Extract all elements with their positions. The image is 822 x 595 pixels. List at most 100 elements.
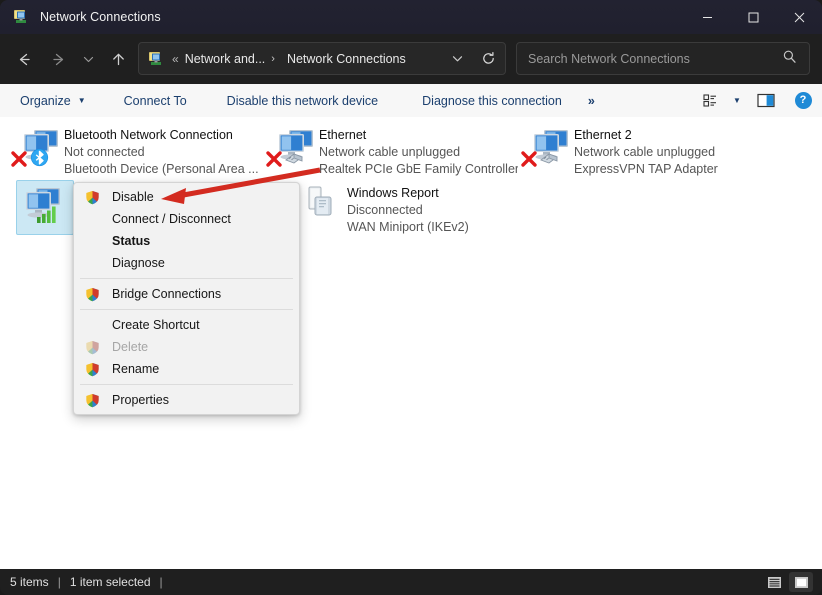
menu-item-label: Delete xyxy=(112,340,149,354)
menu-item-bridge-connections[interactable]: Bridge Connections xyxy=(74,283,299,305)
menu-item-label: Status xyxy=(112,234,151,248)
connection-name: Ethernet 2 xyxy=(574,128,632,142)
signal-bars-icon xyxy=(36,204,58,229)
connection-status: Not connected xyxy=(64,145,145,159)
menu-item-label: Rename xyxy=(112,362,160,376)
breadcrumb-item-network-connections[interactable]: Network Connections xyxy=(287,52,406,66)
menu-item-create-shortcut[interactable]: Create Shortcut xyxy=(74,314,299,336)
wifi-adapter-icon xyxy=(8,182,62,234)
up-button[interactable] xyxy=(101,43,135,75)
item-count: 5 items xyxy=(10,575,49,589)
connection-name: Ethernet xyxy=(319,128,367,142)
menu-item-label: Diagnose xyxy=(112,256,165,270)
menu-item-properties[interactable]: Properties xyxy=(74,389,299,411)
change-view-button[interactable] xyxy=(696,84,726,117)
disabled-x-icon xyxy=(520,150,538,173)
breadcrumb-overflow[interactable]: « xyxy=(172,52,179,66)
title-bar: Network Connections xyxy=(0,0,822,34)
maximize-button[interactable] xyxy=(730,0,776,34)
organize-menu-button[interactable]: Organize ▼ xyxy=(10,84,96,117)
menu-item-label: Connect / Disconnect xyxy=(112,212,231,226)
menu-separator xyxy=(80,384,293,385)
menu-separator xyxy=(80,278,293,279)
window-title: Network Connections xyxy=(40,10,161,24)
menu-separator xyxy=(80,309,293,310)
uac-shield-icon xyxy=(82,392,106,408)
change-view-dropdown-icon[interactable]: ▼ xyxy=(726,84,748,117)
command-bar: Organize ▼ Connect To Disable this netwo… xyxy=(0,84,822,118)
connection-name: Bluetooth Network Connection xyxy=(64,128,233,142)
list-item-labels: Ethernet 2 Network cable unplugged Expre… xyxy=(574,122,718,178)
connection-status: Disconnected xyxy=(347,203,423,217)
help-label: ? xyxy=(794,92,812,109)
menu-item-icon-slot xyxy=(82,211,106,227)
back-button[interactable] xyxy=(7,43,41,75)
menu-item-disable[interactable]: Disable xyxy=(74,186,299,208)
toolbar-overflow-button[interactable]: » xyxy=(578,84,605,117)
search-box[interactable]: Search Network Connections xyxy=(516,42,810,75)
uac-shield-icon xyxy=(82,339,106,355)
view-buttons xyxy=(762,572,813,592)
uac-shield-icon xyxy=(82,361,106,377)
uac-shield-icon xyxy=(82,189,106,205)
breadcrumb-item-network-and[interactable]: Network and... xyxy=(185,52,266,66)
chevron-down-icon[interactable] xyxy=(443,43,471,74)
help-button[interactable]: ? xyxy=(784,84,822,117)
network-adapter-icon xyxy=(8,124,62,176)
chevron-down-icon: ▼ xyxy=(77,95,86,105)
status-bar: 5 items | 1 item selected | xyxy=(0,569,822,595)
search-icon[interactable] xyxy=(782,49,797,69)
minimize-button[interactable] xyxy=(684,0,730,34)
diagnose-connection-button[interactable]: Diagnose this connection xyxy=(412,84,572,117)
breadcrumb-separator-icon: › xyxy=(271,52,275,65)
connection-status: Network cable unplugged xyxy=(319,145,461,159)
recent-locations-button[interactable] xyxy=(75,43,101,75)
window-controls xyxy=(684,0,822,34)
preview-pane-button[interactable] xyxy=(748,84,784,117)
menu-item-icon-slot xyxy=(82,255,106,271)
status-separator: | xyxy=(57,575,61,589)
menu-item-label: Disable xyxy=(112,190,154,204)
connection-device: WAN Miniport (IKEv2) xyxy=(347,220,469,234)
menu-item-status[interactable]: Status xyxy=(74,230,299,252)
connection-device: Bluetooth Device (Personal Area ... xyxy=(64,162,258,176)
network-adapter-icon xyxy=(518,124,572,176)
list-item[interactable]: Ethernet 2 Network cable unplugged Expre… xyxy=(518,122,773,180)
status-separator: | xyxy=(159,575,163,589)
organize-label: Organize xyxy=(20,93,71,108)
menu-item-label: Properties xyxy=(112,393,169,407)
list-item-labels: Ethernet Network cable unplugged Realtek… xyxy=(319,122,518,178)
network-adapter-icon xyxy=(263,124,317,176)
address-bar[interactable]: « Network and... › Network Connections xyxy=(138,42,506,75)
disable-network-device-button[interactable]: Disable this network device xyxy=(217,84,388,117)
connection-status: Network cable unplugged xyxy=(574,145,716,159)
command-bar-right: ▼ ? xyxy=(696,84,822,117)
menu-item-connect-disconnect[interactable]: Connect / Disconnect xyxy=(74,208,299,230)
disabled-x-icon xyxy=(265,150,283,173)
details-view-button[interactable] xyxy=(762,572,786,592)
menu-item-icon-slot xyxy=(82,317,106,333)
menu-item-diagnose[interactable]: Diagnose xyxy=(74,252,299,274)
refresh-icon[interactable] xyxy=(471,43,505,74)
menu-item-rename[interactable]: Rename xyxy=(74,358,299,380)
list-item[interactable]: Windows Report Disconnected WAN Miniport… xyxy=(291,180,541,238)
address-folder-icon xyxy=(148,51,164,67)
close-button[interactable] xyxy=(776,0,822,34)
connect-to-button[interactable]: Connect To xyxy=(114,84,197,117)
network-connections-icon xyxy=(13,9,29,25)
list-item[interactable]: Ethernet Network cable unplugged Realtek… xyxy=(263,122,518,180)
forward-button[interactable] xyxy=(41,43,75,75)
context-menu[interactable]: Disable Connect / Disconnect Status Diag… xyxy=(73,182,300,415)
menu-item-delete: Delete xyxy=(74,336,299,358)
list-item-labels: Windows Report Disconnected WAN Miniport… xyxy=(347,180,469,236)
large-icons-view-button[interactable] xyxy=(789,572,813,592)
search-input[interactable]: Search Network Connections xyxy=(528,52,690,66)
bluetooth-icon xyxy=(30,148,49,172)
uac-shield-icon xyxy=(82,286,106,302)
selection-count: 1 item selected xyxy=(69,575,151,589)
list-item[interactable]: Bluetooth Network Connection Not connect… xyxy=(8,122,258,180)
menu-item-label: Bridge Connections xyxy=(112,287,222,301)
connection-device: ExpressVPN TAP Adapter xyxy=(574,162,718,176)
list-item-labels: Bluetooth Network Connection Not connect… xyxy=(64,122,258,178)
menu-item-label: Create Shortcut xyxy=(112,318,200,332)
